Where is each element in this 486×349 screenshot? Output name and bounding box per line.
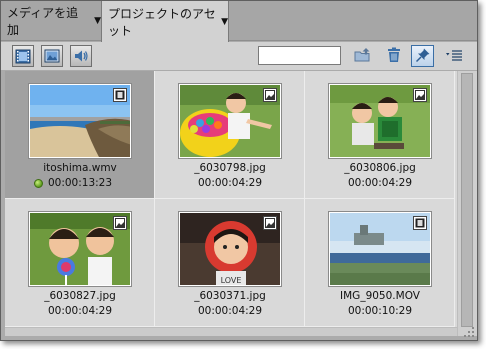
search-input[interactable]: [258, 46, 341, 65]
panel-menu-icon: [445, 49, 463, 64]
tab-add-media[interactable]: メディアを追加 ▼: [1, 1, 101, 41]
asset-filename: _6030827.jpg: [44, 290, 116, 302]
chevron-down-icon: ▼: [221, 16, 228, 27]
tab-bar: メディアを追加 ▼ プロジェクトのアセット ▼: [1, 1, 477, 42]
image-type-icon: [413, 88, 427, 102]
asset-duration: 00:00:04:29: [197, 305, 263, 317]
asset-filename: _6030371.jpg: [194, 290, 266, 302]
asset-item[interactable]: LOVE _6030371.jpg 00:00:04:29: [155, 199, 305, 327]
delete-button[interactable]: [383, 46, 405, 66]
asset-item[interactable]: _6030806.jpg 00:00:04:29: [305, 71, 455, 199]
video-type-icon: [113, 88, 127, 102]
resize-grip-icon[interactable]: [463, 326, 475, 338]
asset-filename: IMG_9050.MOV: [340, 290, 420, 302]
asset-thumbnail: [29, 84, 131, 158]
asset-thumbnail: LOVE: [179, 212, 281, 286]
asset-duration: 00:00:04:29: [47, 305, 113, 317]
asset-duration: 00:00:10:29: [347, 305, 413, 317]
svg-text:LOVE: LOVE: [221, 276, 242, 285]
new-folder-button[interactable]: [352, 46, 374, 66]
asset-thumbnail: [179, 84, 281, 158]
assets-toolbar: [1, 42, 477, 70]
tab-add-media-label: メディアを追加: [7, 6, 79, 37]
asset-filename: _6030798.jpg: [194, 162, 266, 174]
asset-duration: 00:00:04:29: [347, 177, 413, 189]
image-type-icon: [113, 216, 127, 230]
image-type-icon: [263, 88, 277, 102]
vertical-scrollbar[interactable]: [457, 71, 477, 336]
tab-project-assets[interactable]: プロジェクトのアセット ▼: [101, 1, 229, 42]
tab-project-assets-label: プロジェクトのアセット: [108, 6, 216, 38]
image-type-icon: [263, 216, 277, 230]
asset-duration: 00:00:04:29: [197, 177, 263, 189]
asset-item[interactable]: _6030798.jpg 00:00:04:29: [155, 71, 305, 199]
show-video-button[interactable]: [12, 45, 34, 67]
horizontal-scrollbar[interactable]: [5, 327, 457, 336]
project-assets-panel: メディアを追加 ▼ プロジェクトのアセット ▼ itoshima.wmv 00:…: [0, 0, 478, 341]
asset-filename: _6030806.jpg: [344, 162, 416, 174]
audio-filter-icon: [73, 49, 89, 63]
new-folder-icon: [354, 47, 372, 66]
asset-thumbnail: [29, 212, 131, 286]
trash-icon: [387, 47, 401, 66]
film-filter-icon: [15, 49, 31, 64]
asset-duration: 00:00:13:23: [47, 177, 113, 189]
asset-item[interactable]: itoshima.wmv 00:00:13:23: [5, 71, 155, 199]
chevron-down-icon: ▼: [94, 16, 101, 26]
asset-grid: itoshima.wmv 00:00:13:23 _6030798.jpg 00…: [5, 71, 457, 327]
asset-thumbnail: [329, 212, 431, 286]
panel-menu-button[interactable]: [443, 46, 465, 66]
video-type-icon: [413, 216, 427, 230]
asset-item[interactable]: IMG_9050.MOV 00:00:10:29: [305, 199, 455, 327]
image-filter-icon: [44, 49, 60, 63]
pin-button[interactable]: [411, 45, 434, 67]
asset-thumbnail: [329, 84, 431, 158]
scrollbar-thumb[interactable]: [461, 73, 473, 327]
show-audio-button[interactable]: [70, 45, 92, 67]
pin-icon: [415, 47, 431, 66]
asset-item[interactable]: _6030827.jpg 00:00:04:29: [5, 199, 155, 327]
show-images-button[interactable]: [41, 45, 63, 67]
asset-filename: itoshima.wmv: [43, 162, 117, 174]
